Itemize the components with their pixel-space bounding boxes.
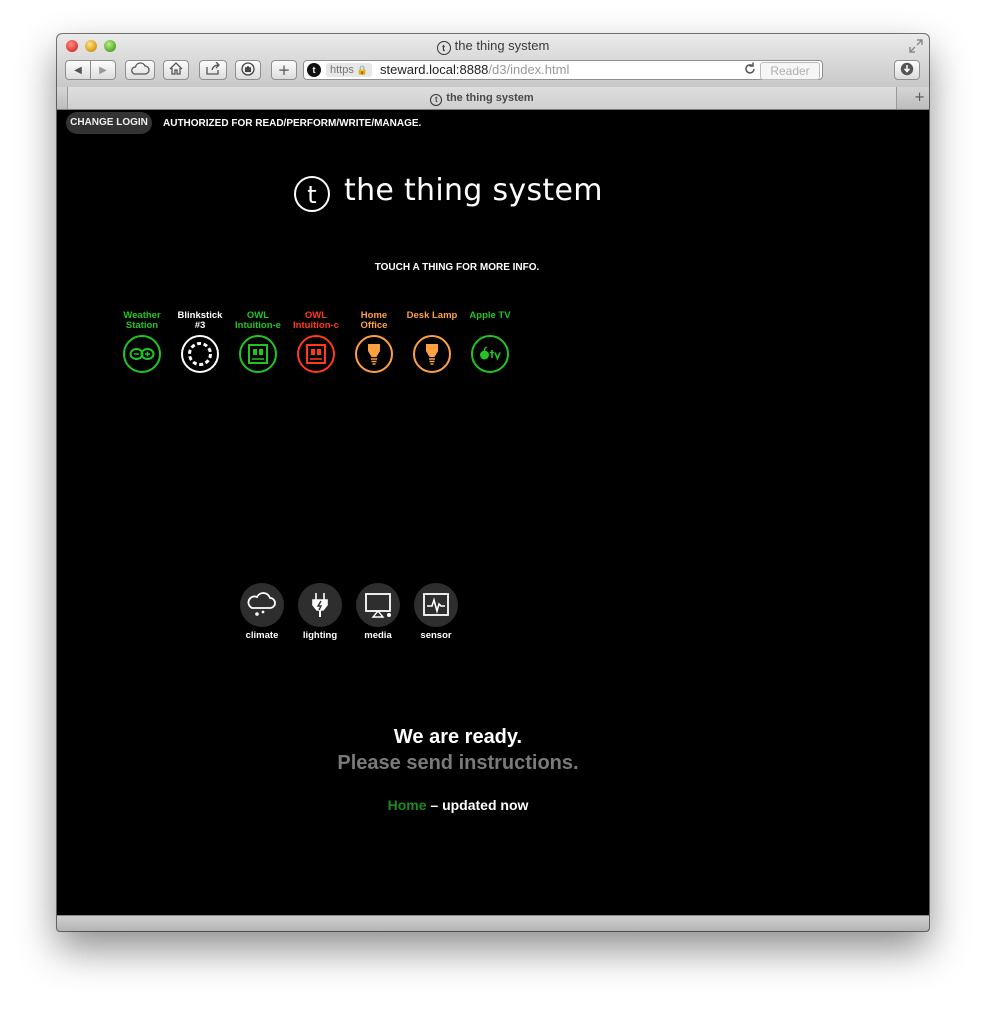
window-title: t the thing system — [57, 38, 929, 55]
thing-home-office[interactable]: Home Office — [344, 311, 404, 373]
place-home-link[interactable]: Home — [388, 797, 427, 813]
thing-label: Apple TV — [460, 311, 520, 333]
change-login-button[interactable]: CHANGE LOGIN — [66, 112, 152, 134]
tab-favicon-icon: t — [430, 94, 443, 106]
thing-label-line1: Apple TV — [469, 310, 511, 321]
back-button[interactable]: ◀ — [65, 60, 91, 80]
reload-icon[interactable] — [744, 62, 756, 78]
touch-hint: TOUCH A THING FOR MORE INFO. — [374, 262, 540, 273]
share-button[interactable] — [199, 60, 227, 80]
brand-logo-icon: t — [294, 176, 330, 212]
favicon-icon: t — [307, 63, 321, 77]
reader-button[interactable]: Reader — [760, 62, 820, 80]
thing-weather-station[interactable]: Weather Station — [112, 311, 172, 373]
category-label: sensor — [420, 630, 452, 641]
thing-label: OWL Intuition-c — [286, 311, 346, 333]
download-icon — [900, 62, 914, 79]
thing-label: OWL Intuition-e — [228, 311, 288, 333]
monitor-icon — [356, 583, 400, 627]
category-label: lighting — [302, 630, 338, 641]
category-lighting[interactable]: lighting — [295, 583, 345, 641]
status-bar — [57, 915, 929, 931]
meter-icon[interactable] — [239, 335, 277, 373]
window-title-text: the thing system — [454, 38, 550, 53]
forward-button[interactable]: ▶ — [90, 60, 116, 80]
thing-label: Blinkstick #3 — [170, 311, 230, 333]
downloads-button[interactable] — [894, 60, 920, 80]
place-status: Home – updated now — [57, 797, 859, 813]
url-path: /d3/index.html — [488, 62, 570, 77]
thing-label: Home Office — [344, 311, 404, 333]
status-instructions: Please send instructions. — [337, 752, 579, 774]
category-media[interactable]: media — [353, 583, 403, 641]
thing-label: Desk Lamp — [402, 311, 462, 333]
tab-bar: t the thing system + — [57, 87, 929, 110]
bulb-icon[interactable] — [355, 335, 393, 373]
fullscreen-icon[interactable] — [909, 39, 923, 53]
site-logo-icon: t — [436, 41, 451, 55]
lock-icon: 🔒 — [356, 65, 369, 75]
thing-label-line2: Intuition-c — [293, 320, 339, 331]
tab-the-thing-system[interactable]: t the thing system — [67, 87, 897, 109]
brand-name: the thing system — [344, 173, 603, 208]
thing-owl-intuition-c[interactable]: OWL Intuition-c — [286, 311, 346, 373]
category-sensor[interactable]: sensor — [411, 583, 461, 641]
category-climate[interactable]: climate — [237, 583, 287, 641]
https-badge: https 🔒 — [326, 63, 373, 77]
status-ready: We are ready. — [393, 726, 523, 748]
shield-icon — [241, 61, 255, 79]
back-arrow-icon: ◀ — [74, 64, 82, 76]
climate-icon — [240, 583, 284, 627]
title-bar: t the thing system ◀ ▶ + t https 🔒 stewa… — [57, 34, 929, 88]
thing-label-line2: Office — [360, 320, 388, 331]
home-icon — [169, 62, 183, 78]
ring-lights-icon[interactable] — [181, 335, 219, 373]
new-tab-button[interactable]: + — [914, 90, 925, 105]
forward-arrow-icon: ▶ — [99, 64, 107, 76]
thing-apple-tv[interactable]: Apple TV — [460, 311, 520, 373]
add-bookmark-button[interactable]: + — [271, 60, 297, 80]
thing-label-line2: Intuition-e — [235, 320, 281, 331]
thing-blinkstick-3[interactable]: Blinkstick #3 — [170, 311, 230, 373]
category-label: climate — [245, 630, 279, 641]
pulse-icon — [414, 583, 458, 627]
category-label: media — [364, 630, 392, 641]
https-label: https — [330, 64, 354, 76]
thing-owl-intuition-e[interactable]: OWL Intuition-e — [228, 311, 288, 373]
cloud-icon — [130, 62, 150, 78]
thing-label-line1: Desk Lamp — [406, 310, 458, 321]
thing-label-line2: Station — [125, 320, 159, 331]
status-separator: – — [426, 797, 443, 813]
plus-icon: + — [277, 61, 291, 79]
url-text[interactable]: steward.local:8888/d3/index.html — [380, 62, 569, 77]
meter-icon[interactable] — [297, 335, 335, 373]
thing-label-line2: #3 — [194, 320, 206, 331]
privacy-button[interactable] — [235, 60, 261, 80]
url-host: steward.local:8888 — [380, 62, 489, 77]
page-content: CHANGE LOGIN AUTHORIZED FOR READ/PERFORM… — [57, 110, 929, 916]
updated-text: updated now — [442, 797, 529, 813]
arduino-icon[interactable] — [123, 335, 161, 373]
thing-label: Weather Station — [112, 311, 172, 333]
address-bar[interactable]: t https 🔒 steward.local:8888/d3/index.ht… — [303, 60, 823, 80]
bulb-icon[interactable] — [413, 335, 451, 373]
apple-tv-icon[interactable] — [471, 335, 509, 373]
authorization-text: AUTHORIZED FOR READ/PERFORM/WRITE/MANAGE… — [163, 118, 422, 129]
thing-desk-lamp[interactable]: Desk Lamp — [402, 311, 462, 373]
tab-title: the thing system — [446, 92, 534, 104]
browser-window: t the thing system ◀ ▶ + t https 🔒 stewa… — [57, 34, 929, 931]
share-icon — [205, 61, 221, 78]
home-button[interactable] — [163, 60, 189, 80]
plug-icon — [298, 583, 342, 627]
icloud-tabs-button[interactable] — [125, 60, 155, 80]
